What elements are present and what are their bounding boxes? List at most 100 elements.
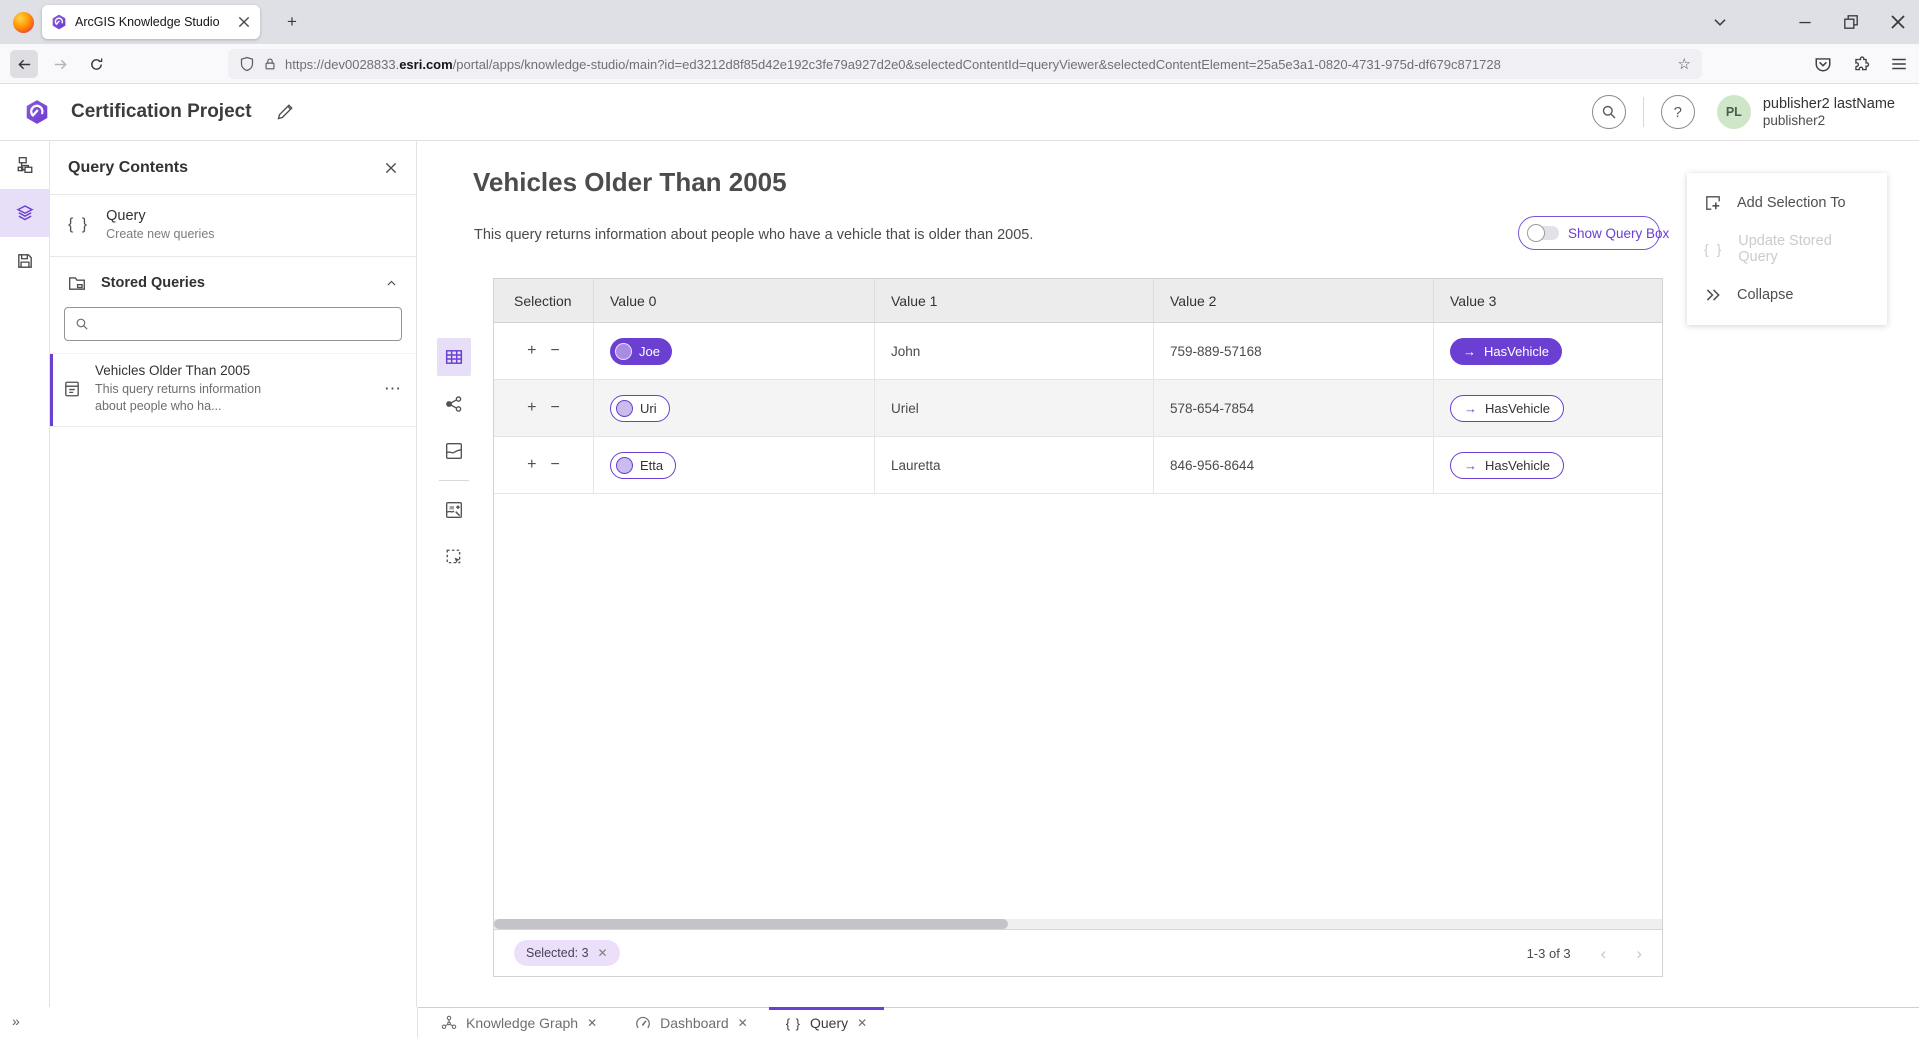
show-query-box-toggle[interactable]: Show Query Box <box>1518 216 1660 250</box>
close-window-button[interactable] <box>1889 13 1907 31</box>
relation-label: HasVehicle <box>1484 344 1549 359</box>
app-logo-icon <box>24 99 50 125</box>
remove-from-selection-button[interactable]: − <box>551 343 560 359</box>
previous-page-icon[interactable]: ‹ <box>1601 945 1607 962</box>
tab-close-icon[interactable] <box>237 15 251 29</box>
shield-icon <box>239 56 255 72</box>
next-page-icon[interactable]: › <box>1636 945 1642 962</box>
arrow-right-icon: → <box>1464 402 1477 415</box>
results-table: SelectionValue 0Value 1Value 2Value 3 + … <box>493 278 1663 977</box>
edit-title-icon[interactable] <box>276 103 294 121</box>
entity-cell: Joe <box>594 323 875 379</box>
relation-pill[interactable]: → HasVehicle <box>1450 452 1564 479</box>
toggle-knob <box>1527 224 1545 242</box>
entity-pill[interactable]: Etta <box>610 452 676 479</box>
entity-pill[interactable]: Joe <box>610 338 672 365</box>
toggle-switch[interactable] <box>1529 226 1559 240</box>
window-tab-label: Knowledge Graph <box>466 1015 578 1031</box>
stored-query-item[interactable]: Vehicles Older Than 2005 This query retu… <box>50 353 416 427</box>
user-info[interactable]: publisher2 lastName publisher2 <box>1763 95 1895 130</box>
restore-window-button[interactable] <box>1842 13 1860 31</box>
tool-add-results-to-map[interactable] <box>437 491 471 529</box>
panel-header: Query Contents <box>50 141 416 195</box>
entity-avatar-icon <box>616 457 633 474</box>
save-icon <box>16 252 34 270</box>
menu-item[interactable]: Collapse <box>1687 272 1887 318</box>
expand-panel-icon[interactable]: » <box>12 1013 20 1029</box>
minimize-button[interactable] <box>1796 13 1814 31</box>
relation-pill[interactable]: → HasVehicle <box>1450 338 1562 365</box>
browser-tab-title: ArcGIS Knowledge Studio <box>75 15 229 29</box>
window-tab[interactable]: Dashboard ✕ <box>616 1008 767 1038</box>
arcgis-favicon-icon <box>51 14 67 30</box>
menu-item[interactable]: Add Selection To <box>1687 180 1887 226</box>
firefox-icon[interactable] <box>13 12 34 33</box>
remove-from-selection-button[interactable]: − <box>551 400 560 416</box>
query-create-item[interactable]: { } Query Create new queries <box>50 195 416 257</box>
braces-icon: { } <box>1704 241 1723 257</box>
extensions-icon[interactable] <box>1852 55 1870 73</box>
horizontal-scrollbar[interactable] <box>494 919 1662 929</box>
address-bar[interactable]: https://dev0028833.esri.com/portal/apps/… <box>228 49 1702 79</box>
window-tabs: Knowledge Graph ✕ Dashboard ✕ { }Query ✕ <box>418 1007 1919 1038</box>
query-description: This query returns information about peo… <box>474 227 1033 243</box>
tab-close-icon[interactable]: ✕ <box>857 1017 867 1029</box>
add-selection-icon <box>1704 194 1722 212</box>
pocket-icon[interactable] <box>1814 55 1832 73</box>
column-header[interactable]: Value 0 <box>594 279 875 322</box>
more-options-icon[interactable]: ⋯ <box>384 379 402 399</box>
user-avatar[interactable]: PL <box>1717 95 1751 129</box>
tool-link-chart-view[interactable] <box>437 385 471 423</box>
arrow-right-icon: → <box>1463 345 1476 358</box>
clear-selection-icon[interactable]: ✕ <box>598 946 608 960</box>
page-title: Vehicles Older Than 2005 <box>473 167 787 198</box>
selected-count-chip[interactable]: Selected: 3 ✕ <box>514 940 620 966</box>
rail-button-contents[interactable] <box>0 189 49 237</box>
tool-selection-tool[interactable] <box>437 538 471 576</box>
window-tab[interactable]: Knowledge Graph ✕ <box>422 1008 616 1038</box>
add-to-selection-button[interactable]: + <box>527 457 536 473</box>
stored-queries-header[interactable]: Stored Queries <box>50 257 416 304</box>
relation-cell: → HasVehicle <box>1434 380 1662 436</box>
new-tab-button[interactable]: + <box>278 8 306 36</box>
panel-close-icon[interactable] <box>384 161 398 175</box>
help-button[interactable]: ? <box>1661 95 1695 129</box>
rail-button-save[interactable] <box>0 237 49 285</box>
column-header[interactable]: Selection <box>494 279 594 322</box>
search-input[interactable] <box>97 317 391 332</box>
tool-table-view[interactable] <box>437 338 471 376</box>
network-icon <box>441 1015 457 1031</box>
double-chevron-right-icon <box>1704 286 1722 304</box>
bookmark-star-icon[interactable]: ☆ <box>1678 55 1691 73</box>
stored-queries-search[interactable] <box>64 307 402 341</box>
column-header[interactable]: Value 2 <box>1154 279 1434 322</box>
menu-item: { } Update Stored Query <box>1687 226 1887 272</box>
add-to-selection-button[interactable]: + <box>527 400 536 416</box>
add-to-selection-button[interactable]: + <box>527 343 536 359</box>
tool-map-view[interactable] <box>437 432 471 470</box>
back-arrow-icon <box>17 57 32 72</box>
bottom-tab-bar: » Knowledge Graph ✕ Dashboard ✕ { }Query… <box>0 1007 1919 1038</box>
browser-tab[interactable]: ArcGIS Knowledge Studio <box>42 5 260 39</box>
tab-list-chevron-icon[interactable] <box>1711 13 1729 31</box>
rail-button-data-model[interactable] <box>0 141 49 189</box>
remove-from-selection-button[interactable]: − <box>551 457 560 473</box>
stored-queries-title: Stored Queries <box>101 275 205 291</box>
reload-button[interactable] <box>82 50 110 78</box>
tab-close-icon[interactable]: ✕ <box>738 1017 748 1029</box>
column-header[interactable]: Value 3 <box>1434 279 1662 322</box>
scrollbar-thumb[interactable] <box>494 919 1008 929</box>
arrow-right-icon: → <box>1464 459 1477 472</box>
menu-hamburger-icon[interactable] <box>1890 55 1908 73</box>
search-button[interactable] <box>1592 95 1626 129</box>
entity-pill[interactable]: Uri <box>610 395 670 422</box>
entity-label: Uri <box>640 401 657 416</box>
window-tab[interactable]: { }Query ✕ <box>767 1008 886 1038</box>
tab-close-icon[interactable]: ✕ <box>587 1017 597 1029</box>
back-button[interactable] <box>10 50 38 78</box>
relation-pill[interactable]: → HasVehicle <box>1450 395 1564 422</box>
column-header[interactable]: Value 1 <box>875 279 1154 322</box>
user-username: publisher2 <box>1763 113 1895 130</box>
forward-button[interactable] <box>46 50 74 78</box>
menu-item-label: Update Stored Query <box>1738 233 1870 265</box>
